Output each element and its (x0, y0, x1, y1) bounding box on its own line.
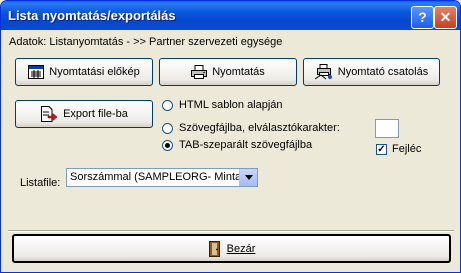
chevron-down-icon[interactable] (239, 169, 257, 186)
listfile-label: Listafile: (20, 177, 61, 189)
divider (8, 230, 454, 232)
export-file-button[interactable]: Export file-ba (15, 100, 153, 128)
radio-html-template-dot[interactable] (162, 99, 173, 111)
radio-tab-separated-dot[interactable] (162, 139, 173, 151)
header-checkbox-box[interactable]: ✓ (376, 143, 387, 155)
preview-icon (28, 65, 45, 79)
radio-html-template[interactable]: HTML sablon alapján (162, 99, 283, 111)
printer-icon (191, 65, 208, 79)
close-label: Bezár (226, 242, 256, 255)
radio-text-separator-label: Szövegfájlba, elválasztókarakter: (179, 122, 340, 134)
printer-connect-label: Nyomtató csatolás (337, 66, 429, 78)
print-label: Nyomtatás (212, 66, 265, 78)
export-icon (40, 106, 58, 122)
header-checkbox-label: Fejléc (392, 143, 422, 155)
data-source-label: Adatok: Listanyomtatás - >> Partner szer… (9, 36, 283, 48)
close-button[interactable]: Bezár (12, 234, 451, 263)
print-button[interactable]: Nyomtatás (159, 58, 297, 86)
close-window-button[interactable]: ✕ (434, 6, 457, 29)
radio-text-separator-dot[interactable] (162, 122, 173, 134)
exit-door-icon (208, 240, 222, 257)
title-bar[interactable]: Lista nyomtatás/exportálás ? ✕ (1, 1, 460, 30)
listfile-select-value: Sorszámmal (SAMPLEORG- Minta (70, 171, 242, 183)
radio-tab-separated[interactable]: TAB-szeparált szövegfájlba (162, 139, 312, 151)
listfile-select[interactable]: Sorszámmal (SAMPLEORG- Minta (66, 168, 258, 187)
export-file-label: Export file-ba (63, 108, 128, 120)
dialog-window: Lista nyomtatás/exportálás ? ✕ Adatok: L… (0, 0, 461, 273)
window-title: Lista nyomtatás/exportálás (8, 8, 176, 23)
print-preview-label: Nyomtatási előkép (49, 66, 140, 78)
print-preview-button[interactable]: Nyomtatási előkép (15, 58, 153, 86)
printer-connect-button[interactable]: Nyomtató csatolás (303, 58, 440, 86)
help-button[interactable]: ? (411, 6, 434, 29)
radio-text-separator[interactable]: Szövegfájlba, elválasztókarakter: (162, 122, 340, 134)
radio-tab-separated-label: TAB-szeparált szövegfájlba (179, 139, 313, 151)
header-checkbox[interactable]: ✓ Fejléc (376, 143, 421, 155)
radio-html-template-label: HTML sablon alapján (179, 99, 283, 111)
printer-connect-icon (314, 64, 333, 80)
separator-character-input[interactable] (375, 119, 399, 138)
